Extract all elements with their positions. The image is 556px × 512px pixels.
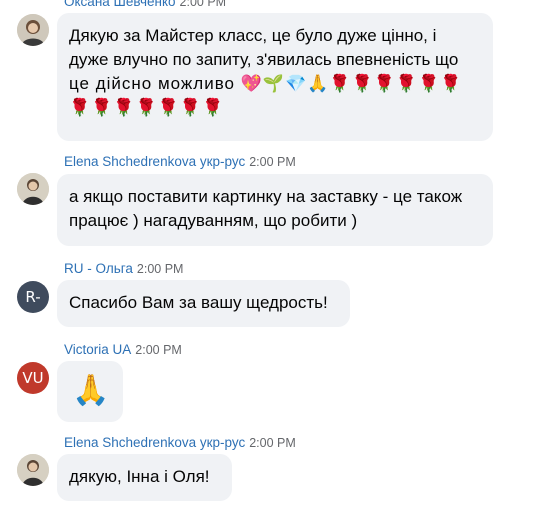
avatar-initials: VU: [22, 369, 44, 387]
sender-name[interactable]: RU - Ольга: [64, 261, 133, 276]
message-text-line: дякую, Інна і Оля!: [69, 467, 210, 486]
message-time: 2:00 PM: [179, 0, 227, 9]
message-text-line: 🌹🌹🌹🌹🌹🌹🌹: [69, 98, 225, 117]
message-time: 2:00 PM: [136, 262, 184, 276]
sender-name[interactable]: Elena Shchedrenkova укр-рус: [64, 435, 245, 450]
user-photo-icon: [17, 173, 49, 205]
message-bubble: Дякую за Майстер класс, це було дуже цін…: [57, 13, 493, 141]
message-header: RU - Ольга 2:00 PM: [64, 261, 183, 276]
sender-name[interactable]: Оксана Шевченко: [64, 0, 176, 9]
message-header: Оксана Шевченко 2:00 PM: [64, 0, 226, 9]
message-header: Victoria UA 2:00 PM: [64, 342, 182, 357]
message-bubble: дякую, Інна і Оля!: [57, 454, 232, 501]
message-header: Elena Shchedrenkova укр-рус 2:00 PM: [64, 154, 296, 169]
sender-name[interactable]: Elena Shchedrenkova укр-рус: [64, 154, 245, 169]
avatar-initials: R-: [25, 288, 41, 306]
avatar[interactable]: [17, 454, 49, 486]
sender-name[interactable]: Victoria UA: [64, 342, 131, 357]
message-header: Elena Shchedrenkova укр-рус 2:00 PM: [64, 435, 296, 450]
message-time: 2:00 PM: [249, 436, 296, 450]
avatar[interactable]: [17, 14, 49, 46]
message-text-line: Дякую за Майстер класс, це було дуже цін…: [69, 26, 437, 45]
message-text-line: Спасибо Вам за вашу щедрость!: [69, 293, 328, 312]
message-text-line: а якщо поставити картинку на заставку - …: [69, 187, 463, 206]
avatar[interactable]: [17, 173, 49, 205]
message-bubble: а якщо поставити картинку на заставку - …: [57, 174, 493, 246]
avatar[interactable]: R-: [17, 281, 49, 313]
message-bubble: Спасибо Вам за вашу щедрость!: [57, 280, 350, 327]
user-photo-icon: [17, 454, 49, 486]
message-time: 2:00 PM: [135, 343, 182, 357]
user-photo-icon: [17, 14, 49, 46]
message-text-line: працює ) нагадуванням, що робити ): [69, 211, 358, 230]
message-text-line: це дійсно можливо 💖🌱💎🙏🌹🌹🌹🌹🌹🌹: [69, 74, 463, 93]
message-text-line: дуже влучно по запиту, з'явилась впевнен…: [69, 50, 459, 69]
chat-message-list: Оксана Шевченко 2:00 PM Дякую за Майстер …: [0, 0, 556, 512]
message-time: 2:00 PM: [249, 155, 296, 169]
message-bubble: 🙏: [57, 361, 123, 422]
avatar[interactable]: VU: [17, 362, 49, 394]
message-emoji: 🙏: [72, 374, 110, 407]
